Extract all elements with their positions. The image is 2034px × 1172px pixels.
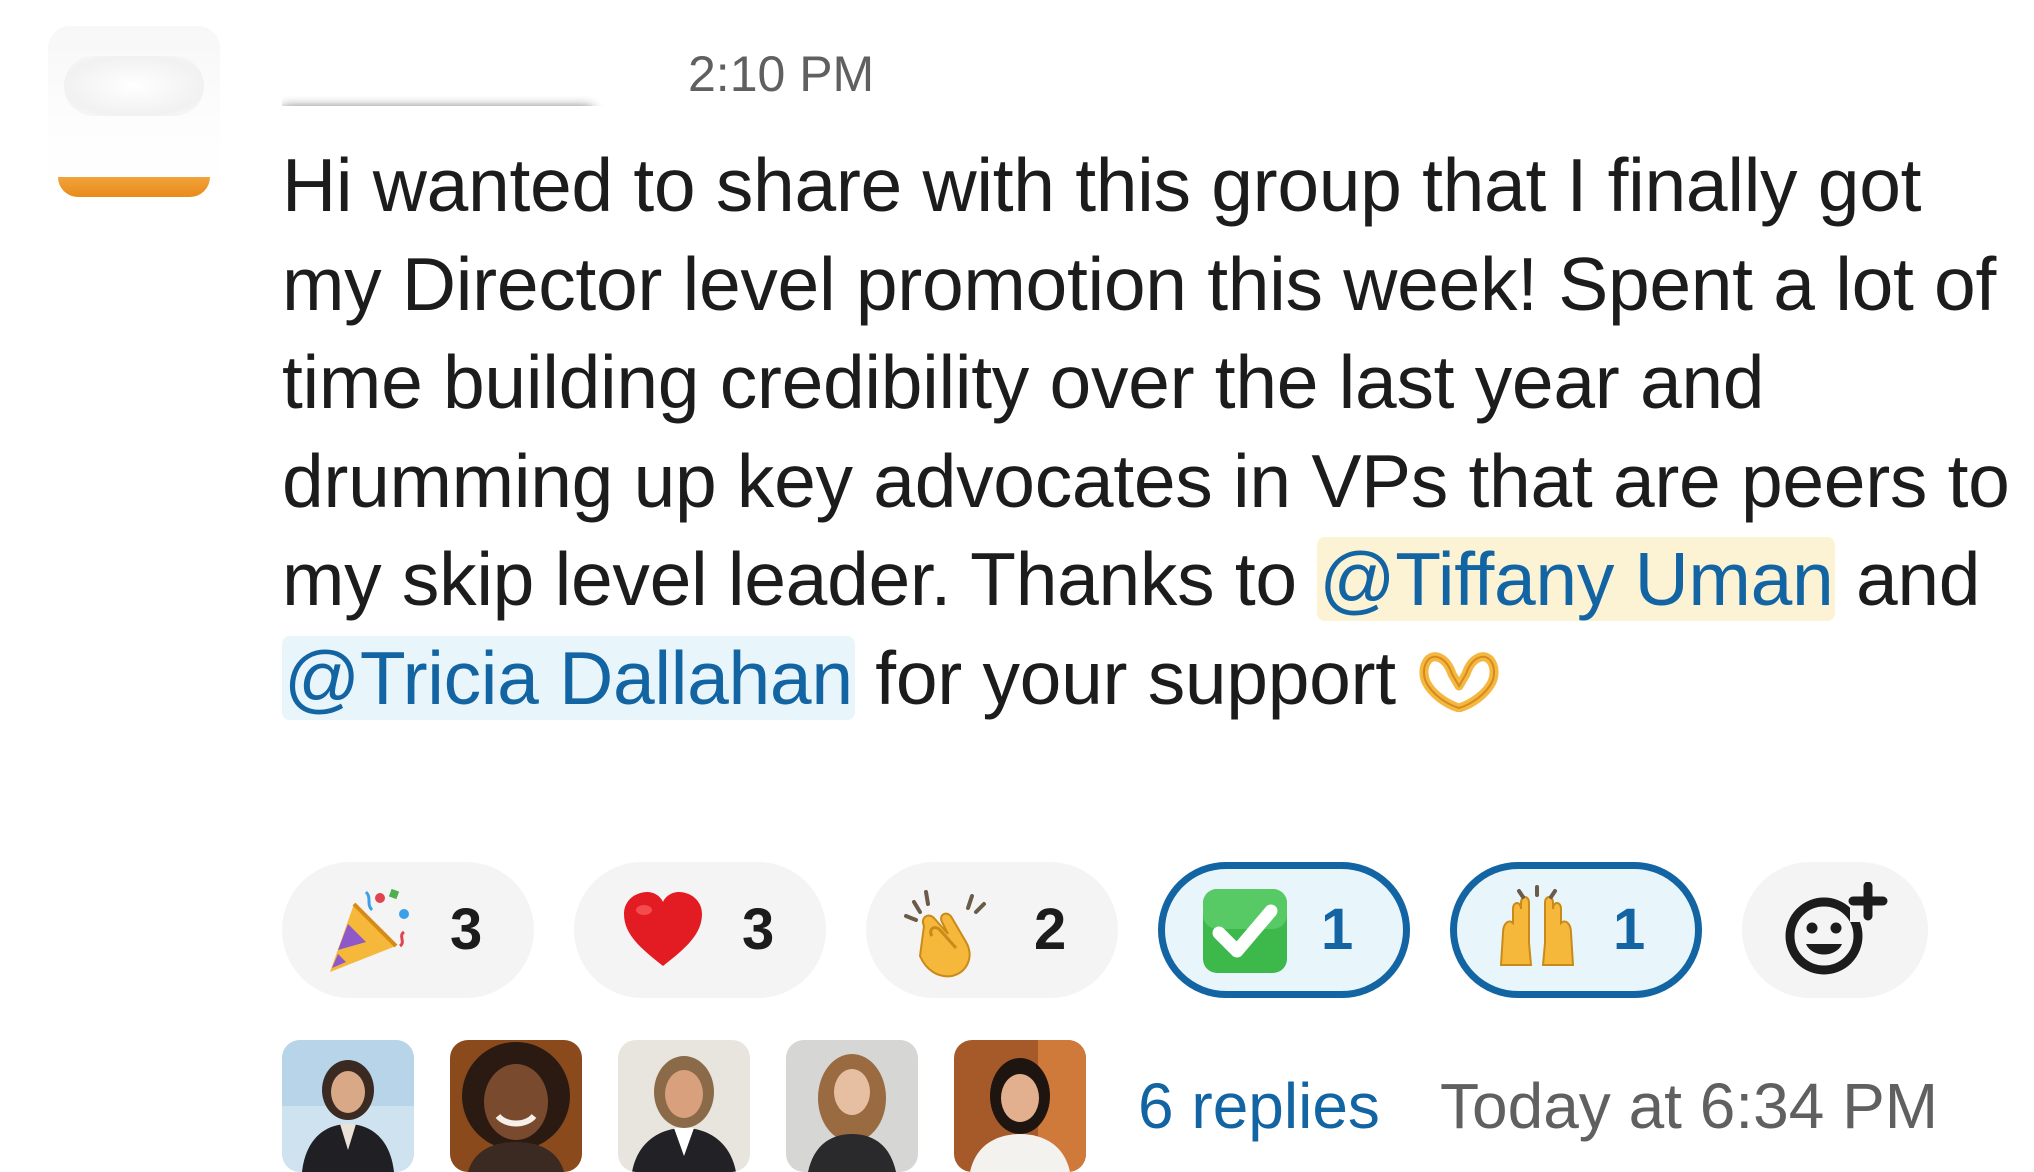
reaction-count: 3: [742, 897, 775, 962]
check-mark-button-icon: [1203, 889, 1287, 973]
avatar-orange-band: [58, 177, 210, 197]
message-text-3: for your support: [854, 635, 1417, 720]
reaction-clapping-hands[interactable]: 2: [866, 862, 1118, 998]
participant-avatar-3[interactable]: [618, 1040, 750, 1172]
avatar-blur: [64, 56, 204, 116]
message-body: Hi wanted to share with this group that …: [282, 136, 2022, 727]
party-popper-icon: [330, 888, 409, 972]
sender-avatar[interactable]: [48, 26, 220, 204]
participant-avatar-5[interactable]: [954, 1040, 1086, 1172]
raising-hands-icon: [1499, 885, 1575, 966]
reaction-count: 2: [1034, 897, 1067, 962]
add-emoji-icon: [1785, 882, 1888, 975]
reaction-raising-hands[interactable]: 1: [1450, 862, 1702, 998]
sender-name-redacted[interactable]: ▬▬▬▬▬ ▬▬: [282, 36, 672, 106]
mention-user-1[interactable]: @Tiffany Uman: [1317, 537, 1836, 621]
last-reply-timestamp[interactable]: Today at 6:34 PM: [1440, 1066, 1938, 1146]
clapping-hands-icon: [904, 890, 986, 978]
heart-hands-icon: [1416, 637, 1502, 712]
add-reaction-button[interactable]: [1742, 862, 1928, 998]
thread-replies-link[interactable]: 6 replies: [1138, 1066, 1380, 1146]
reaction-party-popper[interactable]: 3: [282, 862, 534, 998]
red-heart-icon: [624, 892, 702, 966]
message-text-2: and: [1835, 537, 1981, 621]
mention-user-2[interactable]: @Tricia Dallahan: [282, 635, 855, 720]
message-timestamp[interactable]: 2:10 PM: [688, 42, 874, 106]
participant-avatar-1[interactable]: [282, 1040, 414, 1172]
participant-avatar-2[interactable]: [450, 1040, 582, 1172]
reaction-red-heart[interactable]: 3: [574, 862, 826, 998]
reaction-count: 3: [450, 897, 483, 962]
reaction-check-mark[interactable]: 1: [1158, 862, 1410, 998]
reaction-count: 1: [1321, 897, 1354, 962]
reaction-count: 1: [1613, 897, 1646, 962]
participant-avatar-4[interactable]: [786, 1040, 918, 1172]
